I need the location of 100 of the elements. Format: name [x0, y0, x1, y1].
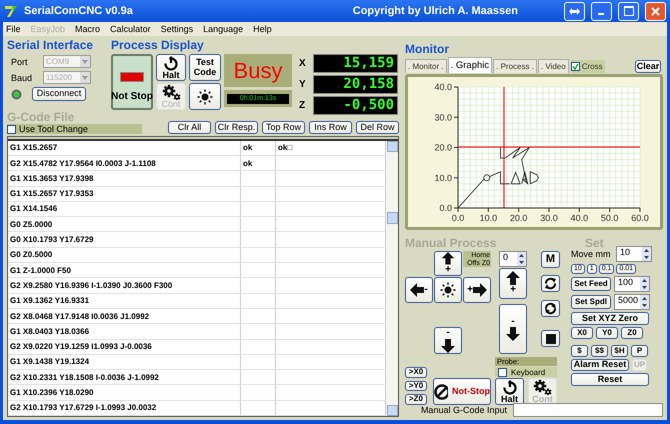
y-tick-label: 20.0 — [434, 142, 452, 152]
gcode-cell: G2 X8.0468 Y17.9148 I0.0036 J1.0992 — [8, 308, 241, 324]
not-stop-button[interactable]: Not Stop — [111, 54, 153, 110]
axis-position-display: 20,158 — [313, 75, 398, 94]
x-tick-label: 20.0 — [510, 213, 528, 223]
maximize-icon — [624, 6, 634, 16]
maximize-button[interactable] — [618, 2, 639, 20]
gcode-cell: G1 X14.1546 — [8, 202, 241, 216]
x-tick-label: 40.0 — [570, 213, 588, 223]
gcode-cell: G1 Z-1.0000 F50 — [8, 263, 241, 278]
halt-button[interactable]: Halt — [156, 54, 186, 81]
spindle-spinner[interactable]: 5000 — [614, 294, 650, 310]
reset-button[interactable]: Reset — [571, 373, 649, 386]
jog-down-button[interactable]: - — [434, 327, 462, 354]
axis-zero-button[interactable]: Z0 — [621, 327, 643, 339]
stop-square-icon — [546, 334, 556, 344]
test-code-button[interactable]: Test Code — [189, 54, 221, 81]
close-button[interactable] — [645, 2, 666, 20]
field-label: Manual G-Code Input — [420, 405, 507, 415]
set-spindle-button[interactable]: Set Spdl — [571, 295, 611, 309]
tab[interactable]: . Graphic — [448, 57, 492, 73]
jog-right-button[interactable]: + — [463, 277, 491, 303]
halt-button[interactable]: Halt — [495, 378, 524, 405]
status-display: Busy — [224, 54, 292, 87]
jog-left-button[interactable]: - — [405, 277, 433, 303]
cross-checkbox[interactable] — [570, 62, 580, 71]
z-down-button[interactable]: - — [499, 304, 527, 354]
tab[interactable]: . Video — [538, 59, 569, 73]
menu-item[interactable]: Language — [203, 24, 244, 34]
feed-spinner[interactable]: 100 — [614, 276, 650, 292]
go-to-zero-button[interactable]: >Y0 — [405, 380, 427, 392]
command-button[interactable]: $H — [611, 345, 628, 357]
axis-zero-button[interactable]: Y0 — [596, 327, 618, 339]
gcode-cell: G1 X15.3653 Y17.9398 — [8, 171, 241, 186]
table-action-button[interactable]: Ins Row — [309, 121, 352, 134]
table-action-button[interactable]: Clr All — [168, 121, 211, 134]
x-tick-label: 30.0 — [540, 213, 558, 223]
menu-item[interactable]: Help — [253, 24, 272, 34]
gcode-cell: G2 X9.2580 Y16.9396 I-1.0390 J0.3600 F300 — [8, 278, 241, 293]
gcode-cell: G1 X15.2657 Y17.9353 — [8, 186, 241, 201]
scrollbar[interactable] — [386, 140, 398, 416]
table-action-button[interactable]: Clr Resp. — [215, 121, 258, 134]
manual-gcode-input[interactable] — [513, 403, 663, 417]
menu-item[interactable]: Settings — [160, 24, 194, 34]
move-distance-spinner[interactable]: 10 — [616, 246, 652, 262]
tool-change-checkbox[interactable] — [7, 124, 16, 134]
minimize-button[interactable] — [591, 2, 612, 20]
sun-icon — [197, 88, 213, 104]
checkbox-label: Cross — [582, 62, 603, 71]
clear-button[interactable]: Clear — [635, 60, 661, 73]
command-button[interactable]: $$ — [591, 345, 608, 357]
gcode-cell: G1 X9.1438 Y19.1324 — [8, 354, 241, 370]
jog-up-button[interactable]: + — [434, 251, 462, 276]
tab[interactable]: . Monitor . — [405, 59, 447, 73]
axis-position-display: 15,159 — [313, 54, 398, 73]
sun-icon — [440, 282, 456, 298]
close-icon — [651, 6, 660, 16]
menu-item[interactable]: Macro — [75, 24, 100, 34]
x-tick-label: 50.0 — [600, 213, 618, 223]
keyboard-checkbox[interactable] — [498, 368, 507, 376]
menu-item[interactable]: File — [6, 24, 21, 34]
rotate-arrows-icon — [543, 276, 558, 291]
tab[interactable]: . Process . — [493, 59, 537, 73]
gcode-cell: G0 Z5.0000 — [8, 217, 241, 232]
gcode-cell: G1 X8.0403 Y18.0366 — [8, 324, 241, 339]
field-label: Port — [10, 56, 29, 66]
set-feed-button[interactable]: Set Feed — [571, 277, 611, 291]
rotate-button[interactable] — [541, 300, 560, 317]
resize-button[interactable] — [564, 2, 585, 20]
x-tick-label: 0.0 — [452, 213, 464, 223]
field-label: Baud — [10, 72, 34, 82]
gcode-cell: G2 X15.4782 Y17.9564 I0.0003 J-1.1108 — [8, 156, 241, 170]
rotate-button[interactable] — [541, 275, 560, 292]
gcode-cell: G2 X10.1793 Y17.6729 I-1.0993 J0.0032 — [8, 400, 241, 415]
disconnect-button[interactable]: Disconnect — [32, 87, 86, 101]
table-action-button[interactable]: Del Row — [356, 121, 399, 134]
menu-item[interactable]: Calculator — [110, 24, 151, 34]
app-logo-icon — [4, 4, 18, 18]
table-action-button[interactable]: Top Row — [262, 121, 305, 134]
set-xyz-zero-button[interactable]: Set XYZ Zero — [571, 312, 649, 325]
light-button[interactable] — [189, 83, 221, 110]
light-button[interactable] — [434, 277, 462, 303]
gears-icon — [533, 379, 552, 395]
m-button[interactable]: M — [541, 251, 560, 268]
arrow-icon — [441, 252, 455, 264]
gcode-cell: G1 X10.2396 Y18.0290 — [8, 385, 241, 400]
group-title: Process Display — [111, 38, 205, 52]
go-to-zero-button[interactable]: >X0 — [405, 366, 427, 378]
command-button[interactable]: P — [631, 345, 648, 357]
home-offset-spinner[interactable]: 0 — [499, 251, 527, 267]
y-tick-label: 10.0 — [434, 172, 452, 183]
gears-icon — [162, 84, 180, 100]
axis-zero-button[interactable]: X0 — [571, 327, 593, 339]
command-button[interactable]: $ — [571, 345, 588, 357]
z-up-button[interactable]: + — [499, 268, 527, 299]
stop-button[interactable] — [541, 330, 560, 347]
not-stop-button[interactable]: Not-Stop — [433, 378, 491, 405]
go-to-zero-button[interactable]: >Z0 — [405, 394, 427, 405]
alarm-reset-button[interactable]: Alarm Reset — [571, 359, 629, 371]
arrow-icon — [441, 338, 455, 353]
